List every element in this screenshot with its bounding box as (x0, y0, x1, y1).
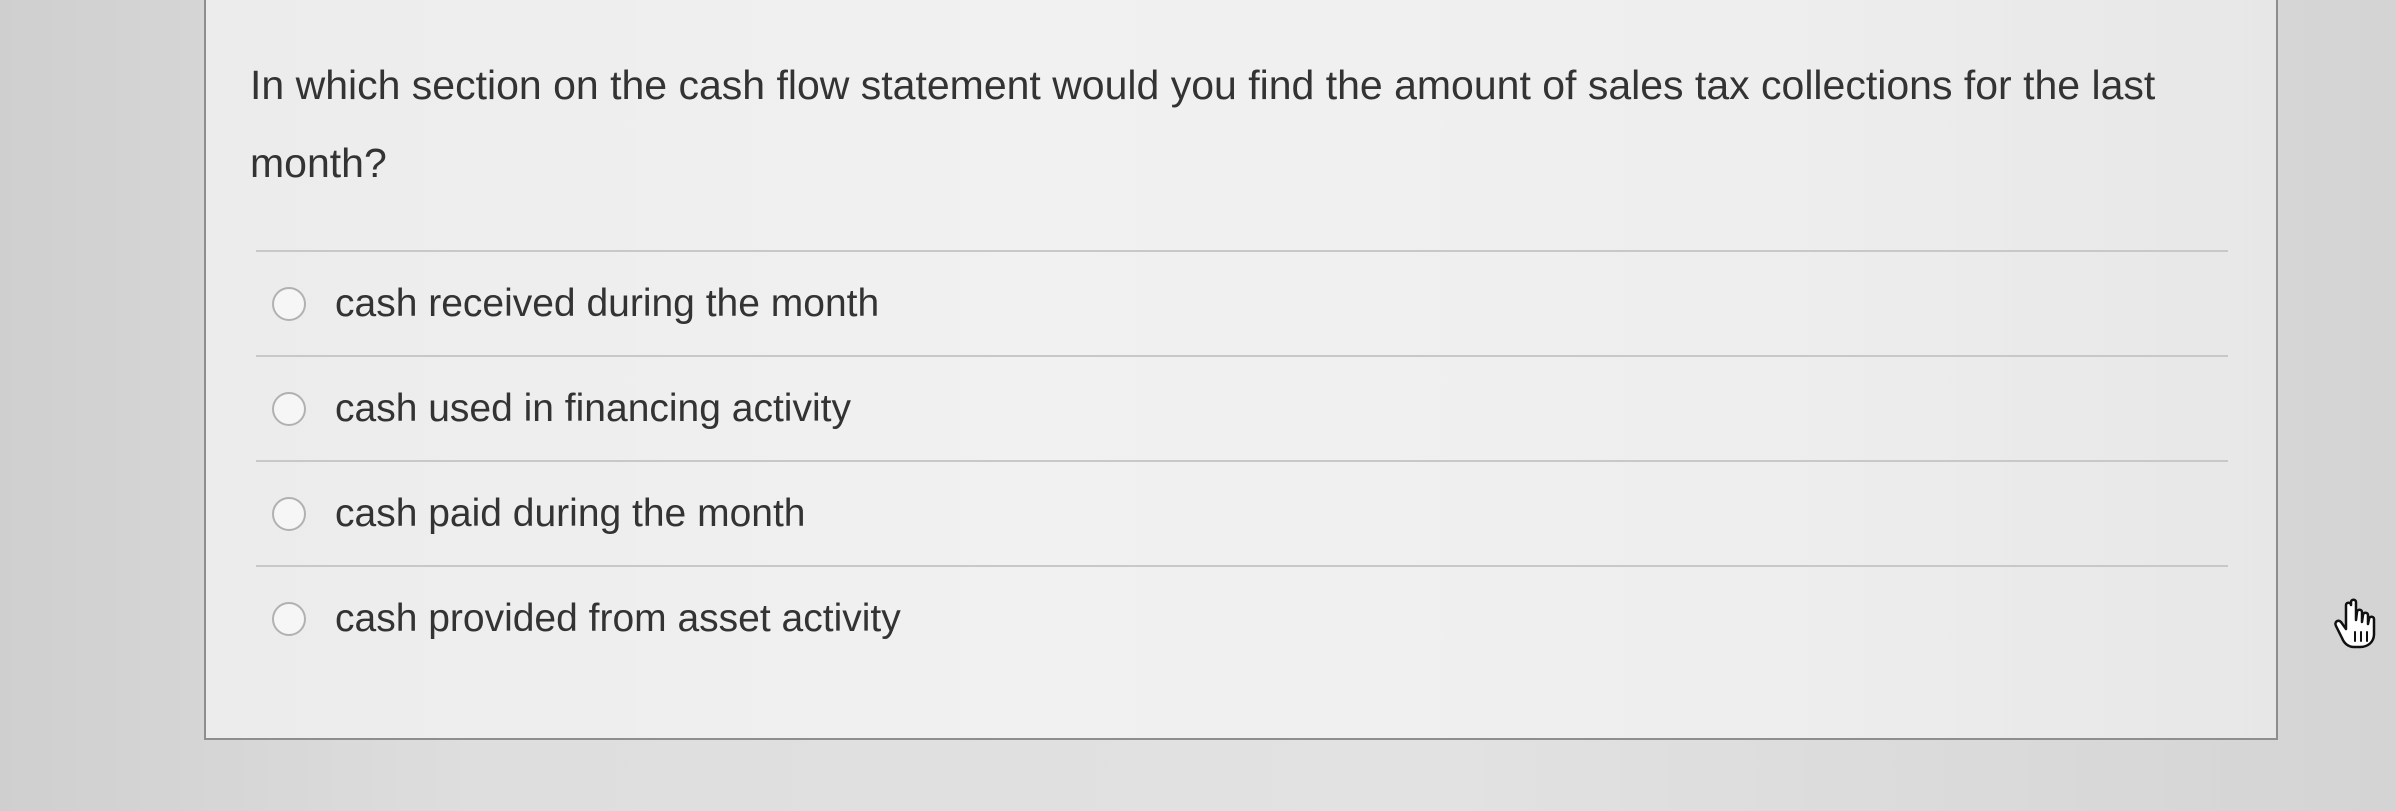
radio-button-icon[interactable] (272, 391, 306, 426)
radio-button-icon[interactable] (272, 496, 306, 531)
answer-label: cash provided from asset activity (335, 596, 901, 640)
question-text: In which section on the cash flow statem… (250, 62, 2156, 186)
answer-option-3[interactable]: cash paid during the month (256, 462, 2228, 565)
answer-options: cash received during the month cash used… (256, 250, 2228, 670)
answer-label: cash received during the month (335, 281, 880, 325)
answer-option-1[interactable]: cash received during the month (256, 252, 2228, 355)
answer-label: cash paid during the month (335, 491, 806, 535)
answer-label: cash used in financing activity (335, 386, 851, 430)
hand-pointer-icon (2334, 598, 2376, 649)
answer-option-2[interactable]: cash used in financing activity (256, 357, 2228, 460)
radio-button-icon[interactable] (272, 286, 306, 321)
radio-button-icon[interactable] (272, 601, 306, 636)
answer-option-4[interactable]: cash provided from asset activity (256, 567, 2228, 670)
question-card: In which section on the cash flow statem… (204, 0, 2376, 740)
